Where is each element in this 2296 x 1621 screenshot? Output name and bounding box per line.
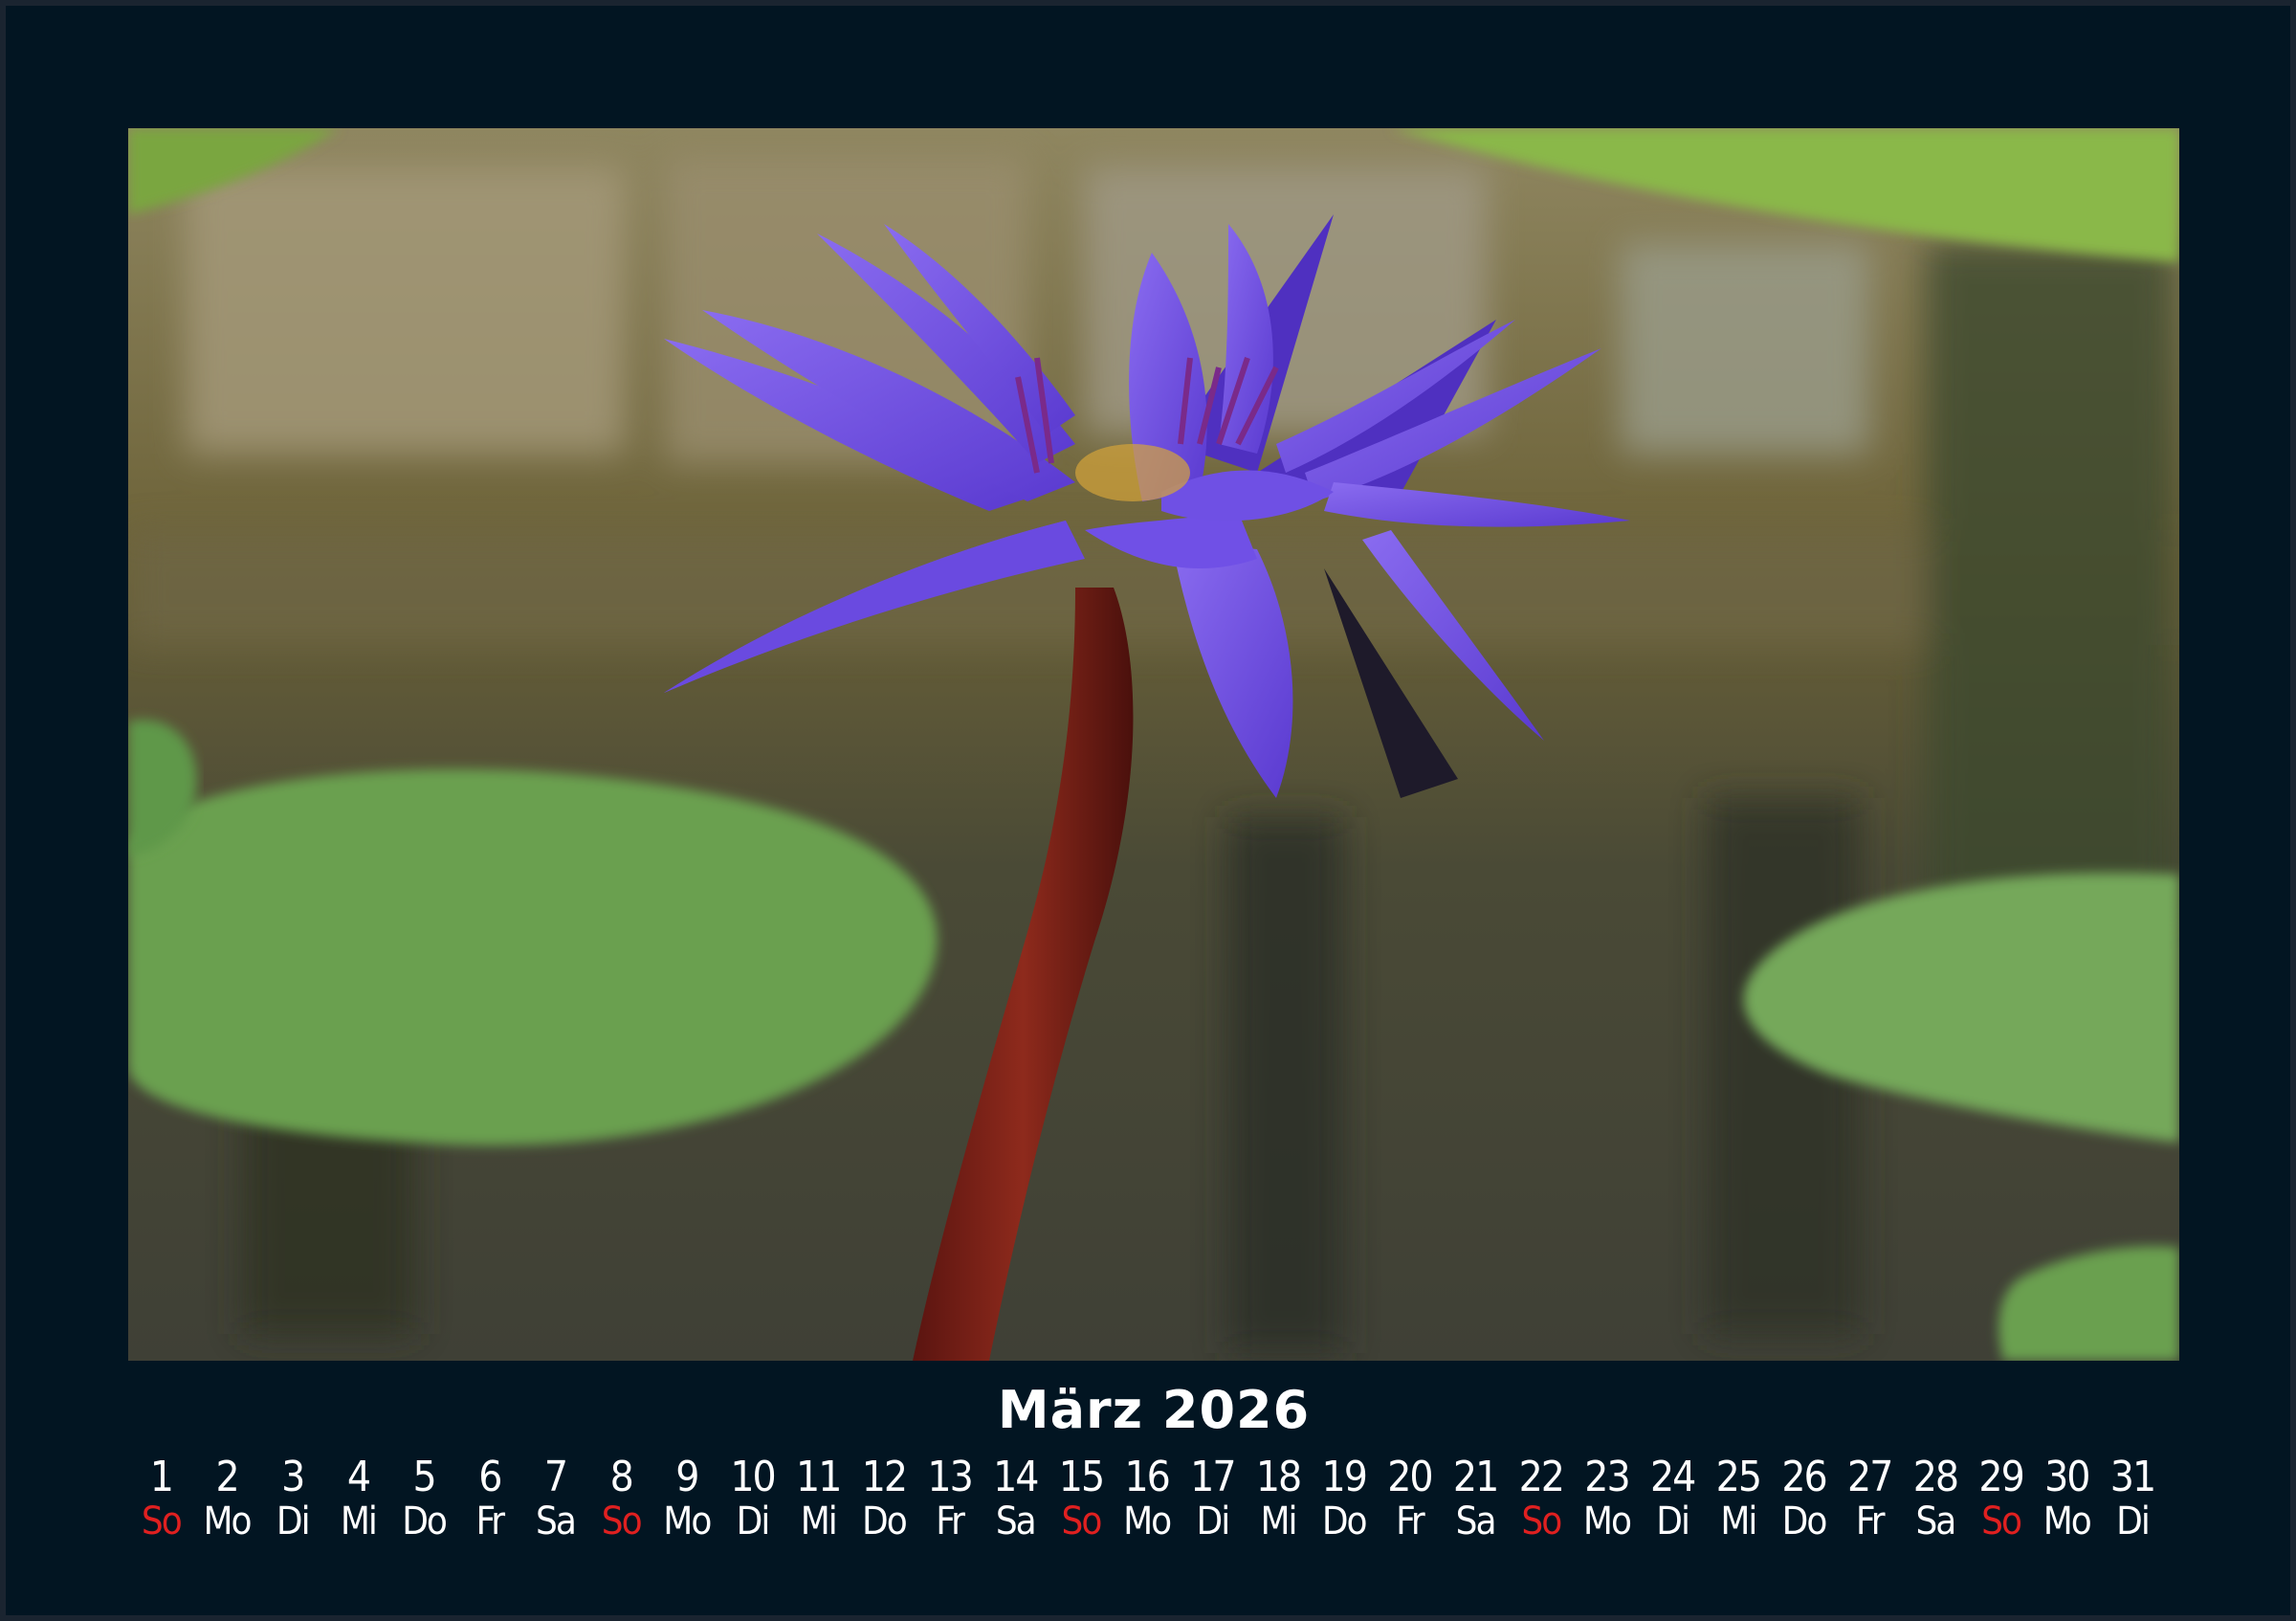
day-number: 31 [2109,1453,2156,1501]
day-number: 18 [1255,1453,1302,1501]
weekday-label: Do [1321,1499,1368,1543]
day-column: 15 So [1049,1454,1115,1556]
weekday-label: Fr [475,1499,505,1543]
day-column: 31 Di [2100,1454,2166,1556]
day-number: 30 [2044,1453,2090,1501]
day-number: 24 [1649,1453,1696,1501]
day-number: 22 [1518,1453,1565,1501]
day-number: 27 [1847,1453,1893,1501]
day-column: 22 So [1508,1454,1574,1556]
day-number: 12 [861,1453,908,1501]
water-lily-photo [128,128,2179,1361]
weekday-label: Mo [203,1499,252,1543]
day-column: 29 So [1968,1454,2034,1556]
day-row: 1 So 2 Mo 3 Di 4 Mi 5 Do 6 Fr 7 Sa 8 So 9 Mo 10 Di 11 Mi 12 Do 1… [128,1454,2165,1556]
day-number: 23 [1584,1453,1630,1501]
day-number: 11 [796,1453,842,1501]
day-column: 20 Fr [1377,1454,1443,1556]
day-number: 28 [1912,1453,1959,1501]
day-number: 8 [609,1453,634,1501]
day-column: 28 Sa [1903,1454,1969,1556]
day-column: 2 Mo [194,1454,260,1556]
weekday-label: Do [862,1499,908,1543]
day-number: 26 [1781,1453,1827,1501]
day-number: 15 [1058,1453,1105,1501]
day-number: 14 [993,1453,1039,1501]
weekday-label: Sa [1915,1499,1956,1543]
day-number: 6 [478,1453,502,1501]
day-column: 9 Mo [654,1454,720,1556]
day-column: 12 Do [851,1454,917,1556]
weekday-label: Mo [663,1499,712,1543]
weekday-label: Sa [1455,1499,1497,1543]
weekday-label: Di [276,1499,311,1543]
day-column: 13 Fr [916,1454,982,1556]
day-number: 10 [730,1453,776,1501]
weekday-label: Mi [1260,1499,1298,1543]
weekday-label: Fr [1396,1499,1425,1543]
weekday-label: Do [1781,1499,1828,1543]
day-column: 16 Mo [1114,1454,1180,1556]
day-column: 24 Di [1640,1454,1706,1556]
day-column: 25 Mi [1706,1454,1772,1556]
day-column: 27 Fr [1837,1454,1903,1556]
weekday-label: Mo [1582,1499,1632,1543]
day-number: 2 [215,1453,239,1501]
day-number: 20 [1387,1453,1433,1501]
month-title: März 2026 [997,1380,1311,1440]
day-column: 30 Mo [2034,1454,2100,1556]
weekday-label-sunday: So [1981,1499,2022,1543]
day-column: 5 Do [391,1454,457,1556]
weekday-label: Mi [800,1499,838,1543]
day-number: 7 [543,1453,568,1501]
weekday-label: Di [736,1499,771,1543]
day-number: 25 [1715,1453,1762,1501]
day-number: 1 [149,1453,174,1501]
day-number: 9 [675,1453,699,1501]
weekday-label: Di [2116,1499,2151,1543]
weekday-label: Fr [1855,1499,1886,1543]
day-column: 23 Mo [1574,1454,1640,1556]
day-number: 5 [412,1453,437,1501]
weekday-label: Fr [936,1499,965,1543]
weekday-label-sunday: So [601,1499,643,1543]
day-number: 16 [1124,1453,1170,1501]
weekday-label: Di [1656,1499,1690,1543]
day-column: 3 Di [259,1454,325,1556]
weekday-label-sunday: So [1061,1499,1103,1543]
weekday-label-sunday: So [1521,1499,1562,1543]
day-number: 21 [1452,1453,1499,1501]
day-number: 4 [346,1453,371,1501]
day-column: 26 Do [1771,1454,1837,1556]
day-column: 4 Mi [325,1454,391,1556]
day-column: 6 Fr [456,1454,522,1556]
day-column: 17 Di [1180,1454,1246,1556]
weekday-label: Sa [536,1499,577,1543]
day-number: 17 [1190,1453,1236,1501]
day-column: 18 Mi [1246,1454,1312,1556]
day-column: 11 Mi [785,1454,851,1556]
weekday-label: Mo [2042,1499,2092,1543]
day-number: 29 [1978,1453,2024,1501]
day-column: 1 So [128,1454,194,1556]
day-column: 7 Sa [522,1454,588,1556]
weekday-label: Sa [995,1499,1037,1543]
day-column: 8 So [588,1454,654,1556]
day-column: 21 Sa [1443,1454,1509,1556]
weekday-label: Mi [1720,1499,1757,1543]
weekday-label: Do [402,1499,448,1543]
day-column: 14 Sa [982,1454,1049,1556]
weekday-label-sunday: So [141,1499,183,1543]
day-number: 19 [1321,1453,1368,1501]
water-lily-illustration [128,128,2179,1361]
weekday-label: Mo [1123,1499,1172,1543]
day-number: 13 [927,1453,973,1501]
weekday-label: Di [1196,1499,1230,1543]
weekday-label: Mi [340,1499,378,1543]
day-column: 19 Do [1311,1454,1377,1556]
calendar-page: März 2026 1 So 2 Mo 3 Di 4 Mi 5 Do 6 Fr 7 Sa 8 So 9 Mo 10 D… [6,6,2290,1615]
day-column: 10 Di [719,1454,785,1556]
day-number: 3 [281,1453,305,1501]
